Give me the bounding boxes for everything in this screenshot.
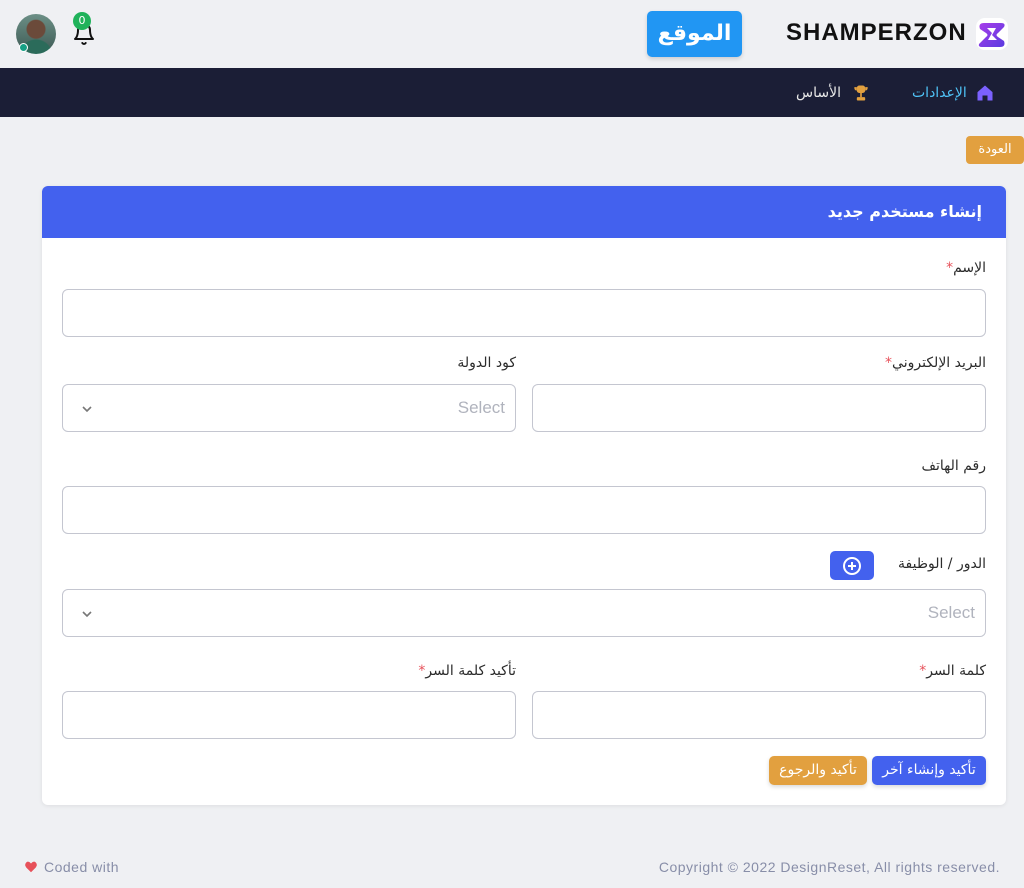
back-button[interactable]: العودة bbox=[966, 136, 1024, 164]
nav-item-base[interactable]: الأساس bbox=[796, 68, 871, 117]
brand-name: SHAMPERZON bbox=[786, 19, 967, 46]
name-input[interactable] bbox=[62, 289, 986, 337]
footer-copyright: Copyright © 2022 DesignReset, All rights… bbox=[658, 859, 1000, 875]
confirm-create-another-button[interactable]: تأكيد وإنشاء آخر bbox=[872, 756, 986, 785]
email-label: *البريد الإلكتروني bbox=[885, 355, 986, 371]
online-status-dot bbox=[19, 43, 28, 52]
role-select[interactable]: Select bbox=[62, 589, 986, 637]
role-label: الدور / الوظيفة bbox=[898, 556, 986, 572]
confirm-password-label: *تأكيد كلمة السر bbox=[418, 663, 516, 679]
confirm-return-button[interactable]: تأكيد والرجوع bbox=[769, 756, 867, 785]
coded-with-text: Coded with bbox=[44, 859, 120, 875]
required-mark: * bbox=[885, 355, 893, 371]
nav-item-settings[interactable]: الإعدادات bbox=[912, 68, 995, 117]
password-label: *كلمة السر bbox=[919, 663, 986, 679]
chevron-down-icon bbox=[82, 406, 92, 413]
card-title: إنشاء مستخدم جديد bbox=[42, 186, 1006, 238]
role-placeholder: Select bbox=[927, 603, 975, 622]
name-label: *الإسم bbox=[946, 260, 986, 276]
trophy-icon bbox=[854, 85, 868, 100]
main-navbar: الإعدادات الأساس bbox=[0, 68, 1024, 117]
plus-circle-icon bbox=[843, 556, 861, 575]
password-input[interactable] bbox=[532, 691, 986, 739]
footer-coded-with: Coded with bbox=[24, 859, 119, 875]
country-code-select[interactable]: Select bbox=[62, 384, 516, 432]
brand-logo-icon[interactable] bbox=[974, 16, 1010, 52]
create-user-card: إنشاء مستخدم جديد *الإسم *البريد الإلكتر… bbox=[42, 186, 1006, 805]
phone-input[interactable] bbox=[62, 486, 986, 534]
nav-settings-label: الإعدادات bbox=[912, 84, 967, 101]
notification-count-badge: 0 bbox=[73, 12, 91, 30]
top-header: 0 الموقع SHAMPERZON bbox=[0, 0, 1024, 68]
confirm-password-input[interactable] bbox=[62, 691, 516, 739]
add-role-button[interactable] bbox=[830, 551, 874, 580]
user-avatar[interactable] bbox=[16, 14, 56, 54]
heart-icon bbox=[25, 861, 37, 873]
home-icon bbox=[977, 85, 993, 100]
site-button[interactable]: الموقع bbox=[647, 11, 742, 57]
chevron-down-icon bbox=[82, 611, 92, 618]
country-code-label: كود الدولة bbox=[457, 355, 516, 371]
email-input[interactable] bbox=[532, 384, 986, 432]
country-code-placeholder: Select bbox=[457, 398, 505, 417]
phone-label: رقم الهاتف bbox=[921, 458, 986, 474]
nav-base-label: الأساس bbox=[796, 84, 841, 101]
